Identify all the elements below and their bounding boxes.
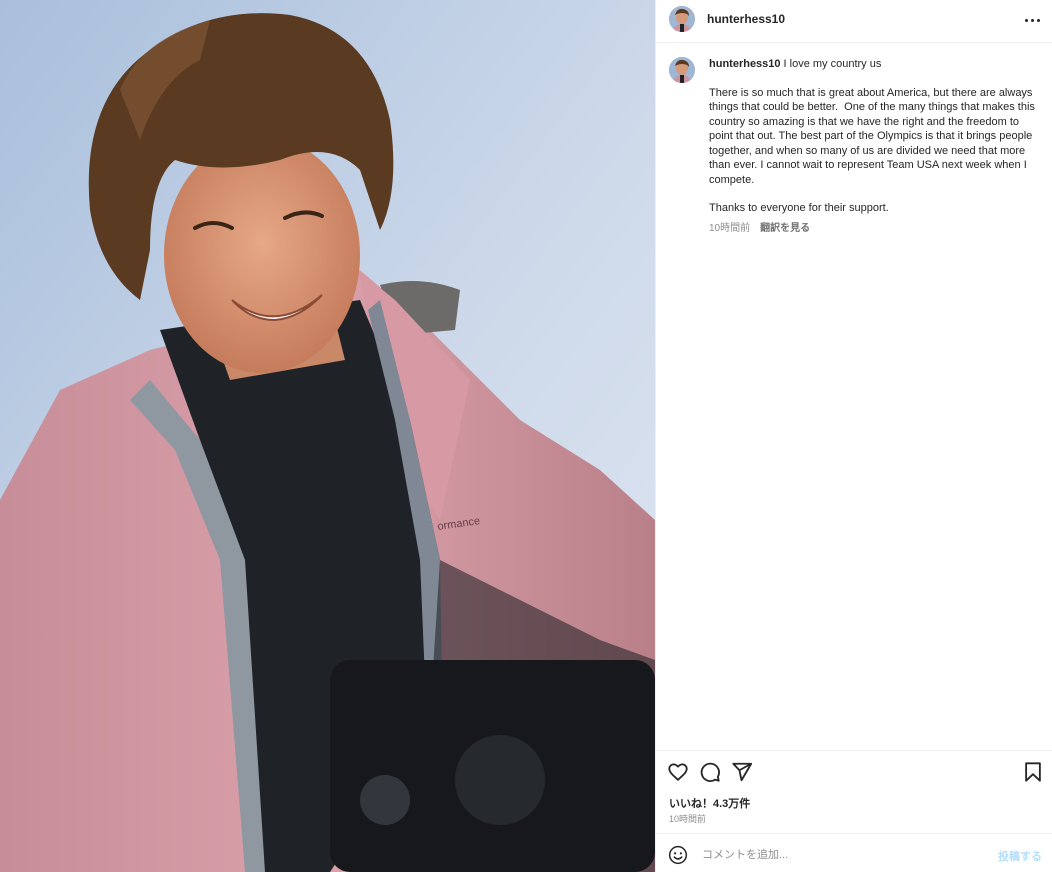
caption-username[interactable]: hunterhess10 bbox=[709, 58, 781, 70]
caption-paragraph-1: There is so much that is great about Ame… bbox=[709, 86, 1038, 186]
caption-first-line: hunterhess10 I love my country us bbox=[709, 57, 1039, 72]
bookmark-icon[interactable] bbox=[1022, 761, 1044, 783]
header-username[interactable]: hunterhess10 bbox=[707, 12, 785, 26]
caption-time: 10時間前 bbox=[709, 222, 751, 234]
comment-input[interactable] bbox=[700, 844, 994, 866]
translate-link[interactable]: 翻訳を見る bbox=[760, 223, 810, 234]
post-comment-button[interactable]: 投稿する bbox=[998, 848, 1042, 864]
post-side-panel: hunterhess10 hunterhess10 I love my count… bbox=[655, 0, 1052, 872]
post-photo[interactable]: ormance bbox=[0, 0, 655, 872]
caption-paragraph-2: Thanks to everyone for their support. bbox=[709, 202, 889, 214]
caption-area: hunterhess10 I love my country us There i… bbox=[656, 43, 1052, 750]
caption-first-line-text: I love my country us bbox=[783, 58, 882, 70]
avatar[interactable] bbox=[669, 6, 695, 32]
caption-meta: 10時間前 翻訳を見る bbox=[709, 222, 1039, 237]
post-header: hunterhess10 bbox=[656, 0, 1052, 43]
post-time[interactable]: 10時間前 bbox=[669, 812, 706, 825]
comment-icon[interactable] bbox=[699, 761, 721, 783]
likes-count[interactable]: いいね！4.3万件 bbox=[669, 795, 750, 811]
share-icon[interactable] bbox=[731, 761, 753, 783]
heart-icon[interactable] bbox=[667, 761, 689, 783]
post-dialog: ormance hunterhess10 hunterhess10 I love … bbox=[0, 0, 1052, 872]
action-bar: いいね！4.3万件 10時間前 bbox=[656, 750, 1052, 833]
more-horizontal-icon[interactable] bbox=[1025, 12, 1041, 28]
caption-text: hunterhess10 I love my country us There i… bbox=[709, 57, 1039, 236]
caption-avatar[interactable] bbox=[669, 57, 695, 83]
emoji-icon[interactable] bbox=[668, 845, 688, 865]
comment-bar: 投稿する bbox=[656, 833, 1052, 872]
